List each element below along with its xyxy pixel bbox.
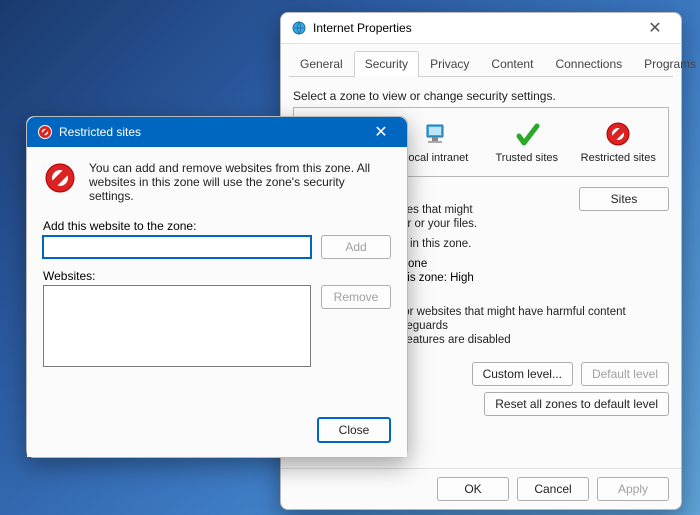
tab-general[interactable]: General [289, 51, 354, 77]
cancel-button[interactable]: Cancel [517, 477, 589, 501]
zone-trusted-sites[interactable]: Trusted sites [481, 116, 573, 168]
add-website-input[interactable] [43, 236, 311, 258]
tab-privacy[interactable]: Privacy [419, 51, 480, 77]
message-row: You can add and remove websites from thi… [43, 161, 391, 203]
websites-label: Websites: [43, 269, 391, 283]
websites-listbox[interactable] [43, 285, 311, 367]
close-button[interactable]: ✕ [633, 13, 677, 43]
dialog-title: Restricted sites [59, 125, 359, 139]
close-button[interactable]: ✕ [359, 117, 403, 147]
titlebar[interactable]: Restricted sites ✕ [27, 117, 407, 147]
add-website-row: Add [43, 235, 391, 259]
window-title: Internet Properties [313, 21, 633, 35]
reset-zones-button[interactable]: Reset all zones to default level [484, 392, 669, 416]
remove-button[interactable]: Remove [321, 285, 391, 309]
dialog-body: You can add and remove websites from thi… [27, 147, 407, 457]
websites-row: Remove [43, 285, 391, 367]
zone-label: Trusted sites [483, 152, 571, 164]
sites-button-col: Sites [579, 187, 669, 252]
close-row: Close [43, 417, 391, 443]
default-level-button[interactable]: Default level [581, 362, 669, 386]
add-button[interactable]: Add [321, 235, 391, 259]
dialog-button-row: OK Cancel Apply [281, 468, 681, 509]
close-dialog-button[interactable]: Close [317, 417, 391, 443]
tab-content[interactable]: Content [480, 51, 544, 77]
zone-prompt: Select a zone to view or change security… [293, 89, 669, 103]
zone-restricted-sites[interactable]: Restricted sites [573, 116, 665, 168]
forbidden-icon [43, 161, 77, 198]
zone-label: Restricted sites [575, 152, 663, 164]
tab-security[interactable]: Security [354, 51, 419, 77]
restricted-icon [37, 124, 53, 140]
titlebar[interactable]: Internet Properties ✕ [281, 13, 681, 44]
dialog-message: You can add and remove websites from thi… [89, 161, 391, 203]
custom-level-button[interactable]: Custom level... [472, 362, 573, 386]
sites-button[interactable]: Sites [579, 187, 669, 211]
tab-programs[interactable]: Programs [633, 51, 700, 77]
apply-button[interactable]: Apply [597, 477, 669, 501]
tab-strip: General Security Privacy Content Connect… [289, 50, 673, 77]
restricted-sites-dialog: Restricted sites ✕ You can add and remov… [26, 116, 408, 458]
ok-button[interactable]: OK [437, 477, 509, 501]
internet-options-icon [291, 20, 307, 36]
tab-connections[interactable]: Connections [544, 51, 633, 77]
add-website-label: Add this website to the zone: [43, 219, 391, 233]
